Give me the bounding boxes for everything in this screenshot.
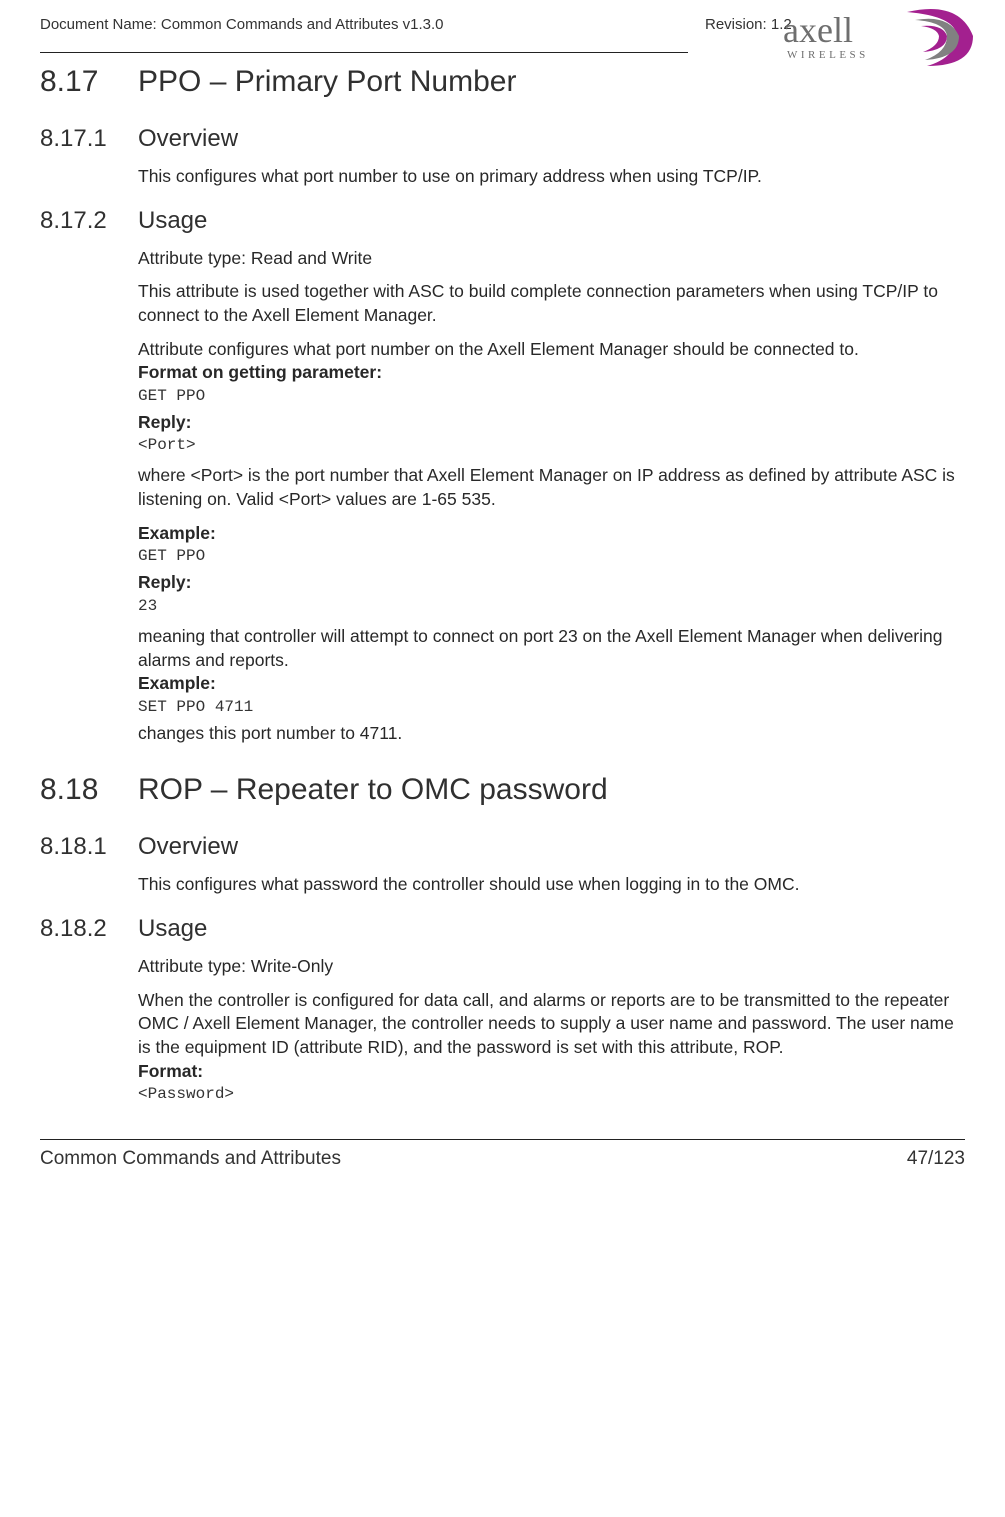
subheading-title: Usage bbox=[138, 207, 207, 235]
subheading-title: Usage bbox=[138, 915, 207, 943]
brand-logo: axell WIRELESS bbox=[749, 6, 979, 76]
code-get-ppo-example: GET PPO bbox=[138, 547, 965, 565]
code-port-placeholder: <Port> bbox=[138, 436, 965, 454]
heading-number: 8.18 bbox=[40, 773, 138, 807]
reply-label: Reply: bbox=[138, 571, 965, 595]
footer-title: Common Commands and Attributes bbox=[40, 1148, 341, 1170]
subheading-number: 8.18.2 bbox=[40, 915, 138, 943]
body-text: This configures what port number to use … bbox=[138, 165, 965, 189]
doc-name: Document Name: Common Commands and Attri… bbox=[40, 16, 705, 33]
heading-8-18-1: 8.18.1 Overview bbox=[40, 833, 965, 861]
heading-8-17-1: 8.17.1 Overview bbox=[40, 125, 965, 153]
document-page: Document Name: Common Commands and Attri… bbox=[0, 0, 1005, 1194]
subheading-title: Overview bbox=[138, 833, 238, 861]
format-label: Format on getting parameter: bbox=[138, 361, 965, 385]
code-get-ppo: GET PPO bbox=[138, 387, 965, 405]
subheading-title: Overview bbox=[138, 125, 238, 153]
body-text: When the controller is configured for da… bbox=[138, 989, 965, 1060]
body-text: Attribute type: Read and Write bbox=[138, 247, 965, 271]
subheading-number: 8.18.1 bbox=[40, 833, 138, 861]
body-text: changes this port number to 4711. bbox=[138, 722, 965, 746]
body-text: meaning that controller will attempt to … bbox=[138, 625, 965, 672]
heading-8-17-2: 8.17.2 Usage bbox=[40, 207, 965, 235]
heading-8-18-2: 8.18.2 Usage bbox=[40, 915, 965, 943]
subheading-number: 8.17.1 bbox=[40, 125, 138, 153]
heading-title: ROP – Repeater to OMC password bbox=[138, 773, 608, 807]
example-label: Example: bbox=[138, 672, 965, 696]
axell-logo-icon: axell WIRELESS bbox=[749, 6, 979, 72]
body-text: This configures what password the contro… bbox=[138, 873, 965, 897]
code-set-ppo: SET PPO 4711 bbox=[138, 698, 965, 716]
subheading-number: 8.17.2 bbox=[40, 207, 138, 235]
content-body: 8.17 PPO – Primary Port Number 8.17.1 Ov… bbox=[40, 65, 965, 1103]
example-label: Example: bbox=[138, 522, 965, 546]
page-number: 47/123 bbox=[907, 1148, 965, 1170]
code-password-placeholder: <Password> bbox=[138, 1085, 965, 1103]
body-text: Attribute type: Write-Only bbox=[138, 955, 965, 979]
page-header: Document Name: Common Commands and Attri… bbox=[40, 16, 965, 72]
body-text: This attribute is used together with ASC… bbox=[138, 280, 965, 327]
page-footer: Common Commands and Attributes 47/123 bbox=[40, 1139, 965, 1170]
heading-8-18: 8.18 ROP – Repeater to OMC password bbox=[40, 773, 965, 807]
body-text: where <Port> is the port number that Axe… bbox=[138, 464, 965, 511]
svg-text:axell: axell bbox=[783, 10, 853, 50]
body-text: Attribute configures what port number on… bbox=[138, 338, 965, 362]
reply-label: Reply: bbox=[138, 411, 965, 435]
svg-text:WIRELESS: WIRELESS bbox=[787, 49, 869, 61]
format-label: Format: bbox=[138, 1060, 965, 1084]
code-reply-23: 23 bbox=[138, 597, 965, 615]
